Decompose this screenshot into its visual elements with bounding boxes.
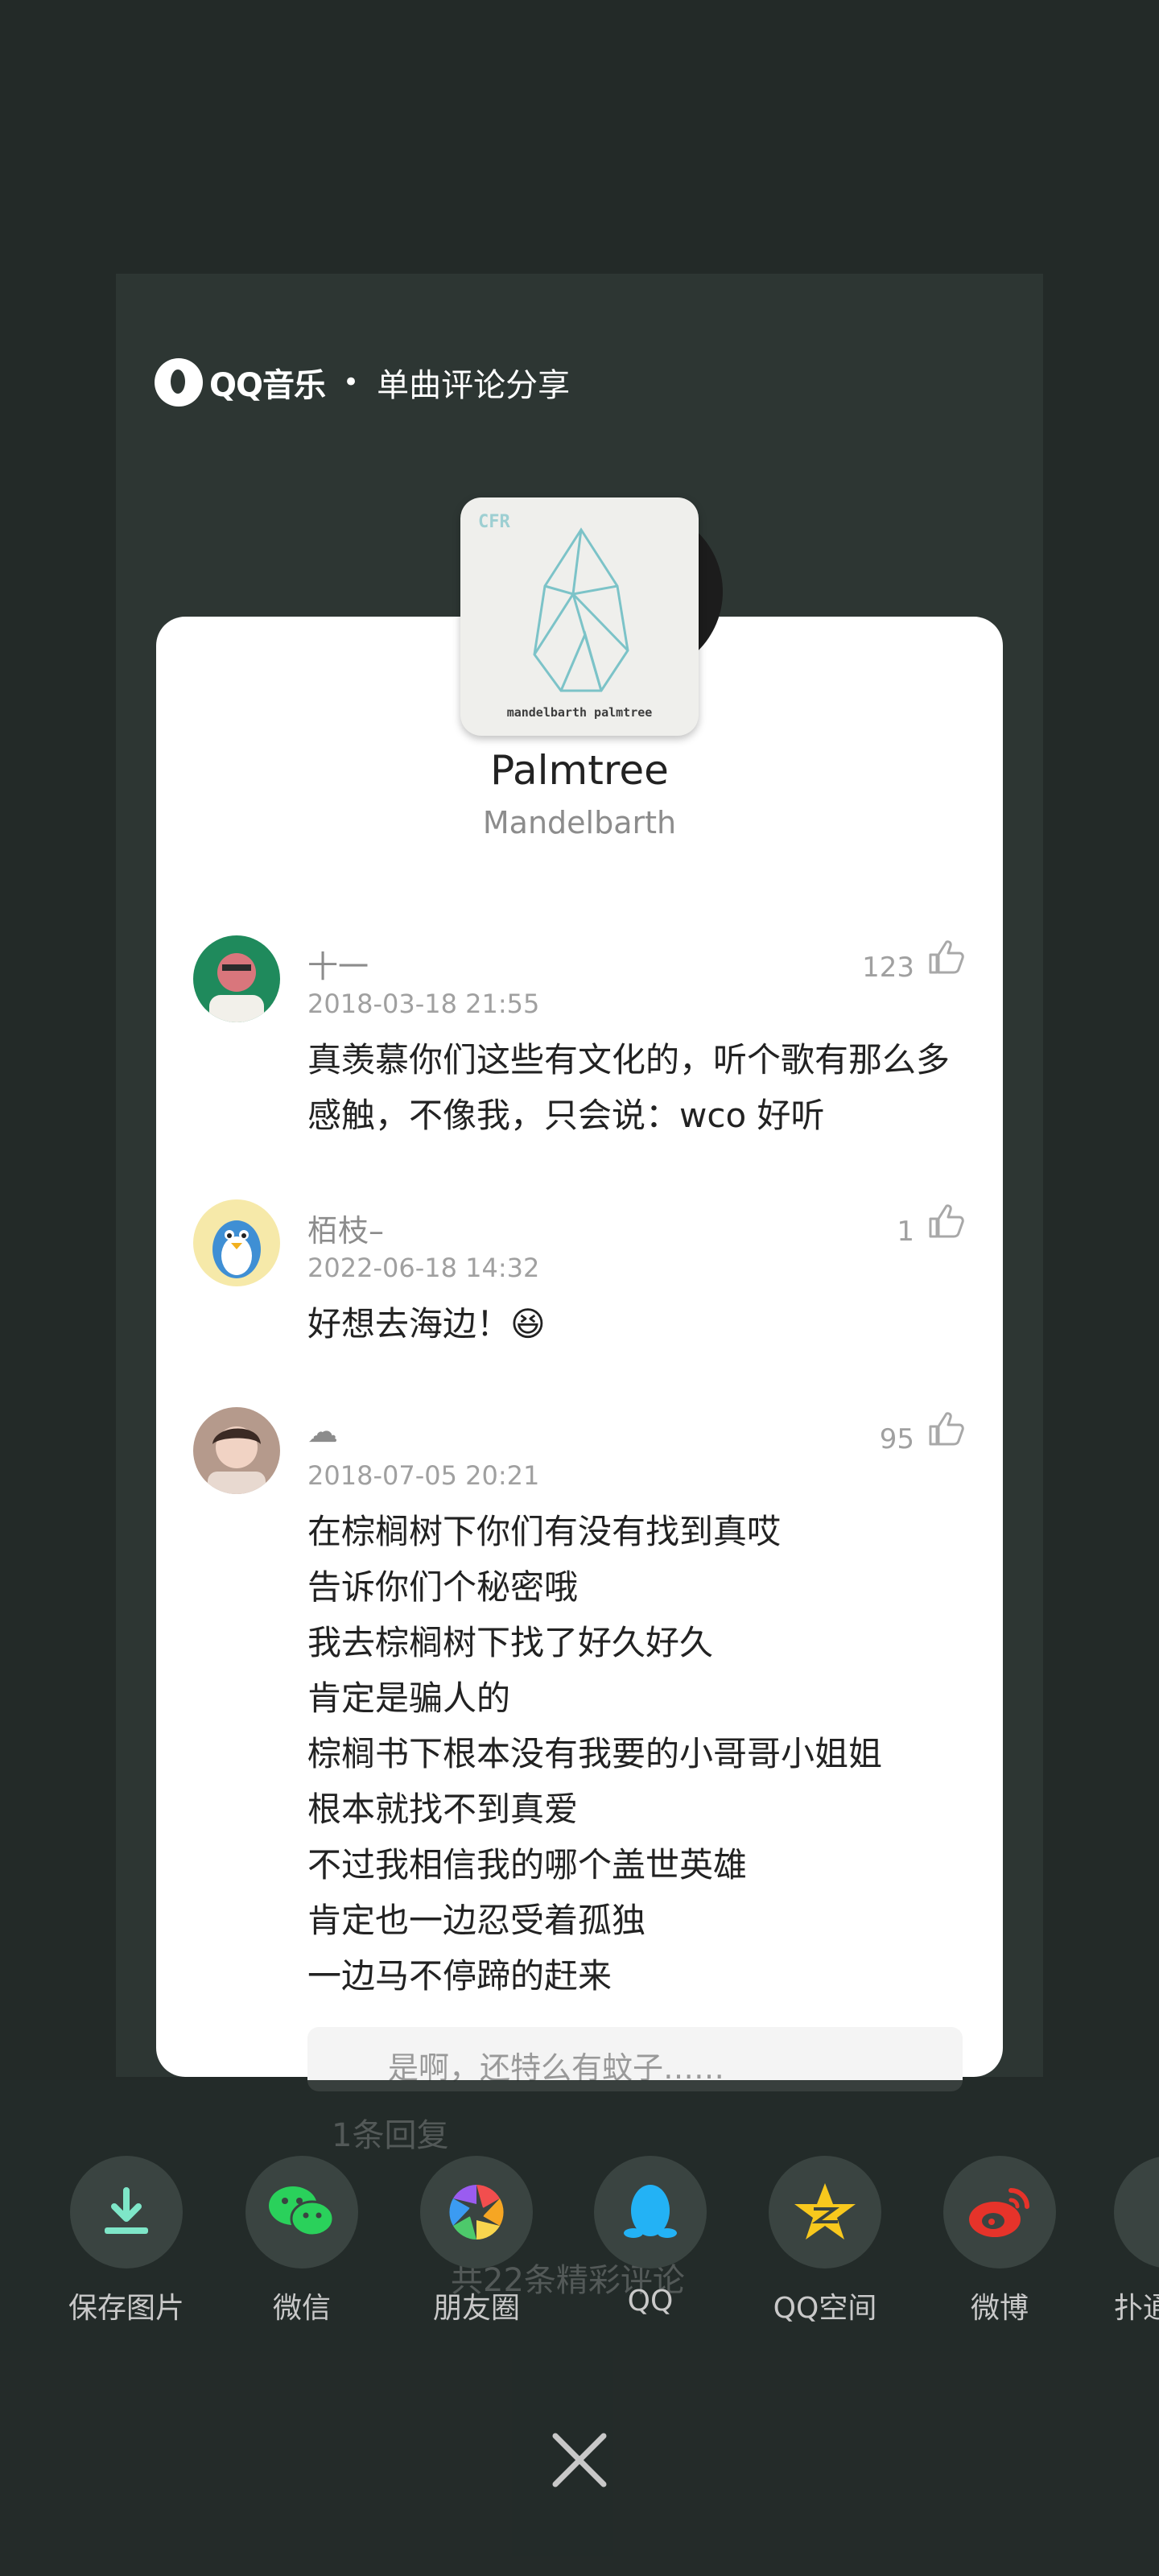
comment-line: 棕榈书下根本没有我要的小哥哥小姐姐 xyxy=(307,1734,883,1773)
comment-time: 2018-03-18 21:55 xyxy=(307,989,540,1019)
qq-music-logo-icon xyxy=(155,358,203,407)
share-label: 微博 xyxy=(970,2292,1029,2325)
comment-text: 真羡慕你们这些有文化的，听个歌有那么多感触，不像我，只会说：wco 好听 xyxy=(307,1040,951,1135)
comment-line: 不过我相信我的哪个盖世英雄 xyxy=(307,1845,748,1885)
like-count: 1 xyxy=(897,1216,914,1248)
thumbs-up-icon[interactable] xyxy=(926,937,966,977)
comment-line: 我去棕榈树下找了好久好久 xyxy=(307,1623,714,1662)
thumbs-up-icon[interactable] xyxy=(926,1201,966,1241)
comment-username[interactable]: 十一 xyxy=(307,942,369,986)
avatar xyxy=(193,1407,280,1494)
comment-item: ☁ 2018-07-05 20:21 95 在棕榈树下你们有没有找到真哎 告诉你… xyxy=(193,1407,966,2019)
comment-item: 十一 2018-03-18 21:55 123 真羡慕你们这些有文化的，听个歌有… xyxy=(193,935,966,1145)
thumbs-up-icon[interactable] xyxy=(926,1409,966,1449)
avatar xyxy=(193,935,280,1022)
avatar-penguin-icon xyxy=(193,1199,280,1286)
share-label: 保存图片 xyxy=(68,2292,184,2325)
close-icon[interactable] xyxy=(547,2428,612,2492)
qzone-star-icon[interactable] xyxy=(769,2156,881,2268)
download-icon[interactable] xyxy=(70,2156,183,2268)
comment-time: 2022-06-18 14:32 xyxy=(307,1253,540,1283)
comment-line: 根本就找不到真爱 xyxy=(307,1790,579,1829)
comment-username[interactable]: 栢枝– xyxy=(307,1206,384,1250)
share-label: QQ空间 xyxy=(773,2292,877,2325)
comment-line: 肯定是骗人的 xyxy=(307,1678,511,1718)
share-weibo[interactable]: 微博 xyxy=(939,2156,1060,2326)
share-moments[interactable]: 朋友圈 xyxy=(416,2156,537,2326)
share-qq[interactable]: QQ xyxy=(590,2156,711,2318)
comment-time: 2018-07-05 20:21 xyxy=(307,1460,540,1491)
share-label: 微信 xyxy=(272,2292,331,2325)
cover-label-bottom: mandelbarth palmtree xyxy=(506,705,653,720)
album-cover: CFR mandelbarth palmtree xyxy=(460,497,699,736)
crystal-artwork-icon xyxy=(533,527,629,692)
poster-header: QQ音乐 • 单曲评论分享 xyxy=(155,354,570,411)
comment-username[interactable]: ☁ xyxy=(307,1414,338,1449)
header-separator: • xyxy=(343,366,360,398)
share-label: 朋友圈 xyxy=(432,2292,520,2325)
header-subtitle: 单曲评论分享 xyxy=(377,367,571,404)
comment-line: 肯定也一边忍受着孤独 xyxy=(307,1901,646,1940)
comment-line: 在棕榈树下你们有没有找到真哎 xyxy=(307,1512,782,1551)
comment-line: 告诉你们个秘密哦 xyxy=(307,1567,579,1607)
like-count: 95 xyxy=(879,1423,914,1455)
reply-count-ghost: 1条回复 xyxy=(332,2117,449,2154)
moments-icon[interactable] xyxy=(420,2156,533,2268)
avatar-photo-icon xyxy=(193,1407,280,1494)
comment-text: 好想去海边！😆 xyxy=(307,1304,546,1344)
wechat-icon[interactable] xyxy=(245,2156,358,2268)
share-label: 扑通 xyxy=(1114,2292,1159,2325)
qq-penguin-icon[interactable] xyxy=(594,2156,707,2268)
like-count: 123 xyxy=(862,952,914,984)
share-putong[interactable]: 扑通 xyxy=(1114,2156,1159,2326)
brand-name: QQ音乐 xyxy=(209,367,326,404)
share-sheet xyxy=(0,2080,1159,2576)
song-title: Palmtree xyxy=(490,747,669,794)
share-label: QQ xyxy=(627,2285,674,2318)
share-wechat[interactable]: 微信 xyxy=(241,2156,362,2326)
share-save-image[interactable]: 保存图片 xyxy=(66,2156,187,2326)
share-qzone[interactable]: QQ空间 xyxy=(765,2156,885,2326)
avatar-portrait-icon xyxy=(193,935,280,1022)
putong-icon[interactable] xyxy=(1114,2156,1159,2268)
avatar xyxy=(193,1199,280,1286)
weibo-icon[interactable] xyxy=(943,2156,1056,2268)
comment-item: 栢枝– 2022-06-18 14:32 1 好想去海边！😆 xyxy=(193,1199,966,1360)
song-artist: Mandelbarth xyxy=(482,805,677,840)
comment-text: 在棕榈树下你们有没有找到真哎 告诉你们个秘密哦 我去棕榈树下找了好久好久 肯定是… xyxy=(307,1504,951,2004)
comment-line: 一边马不停蹄的赶来 xyxy=(307,1956,612,1996)
